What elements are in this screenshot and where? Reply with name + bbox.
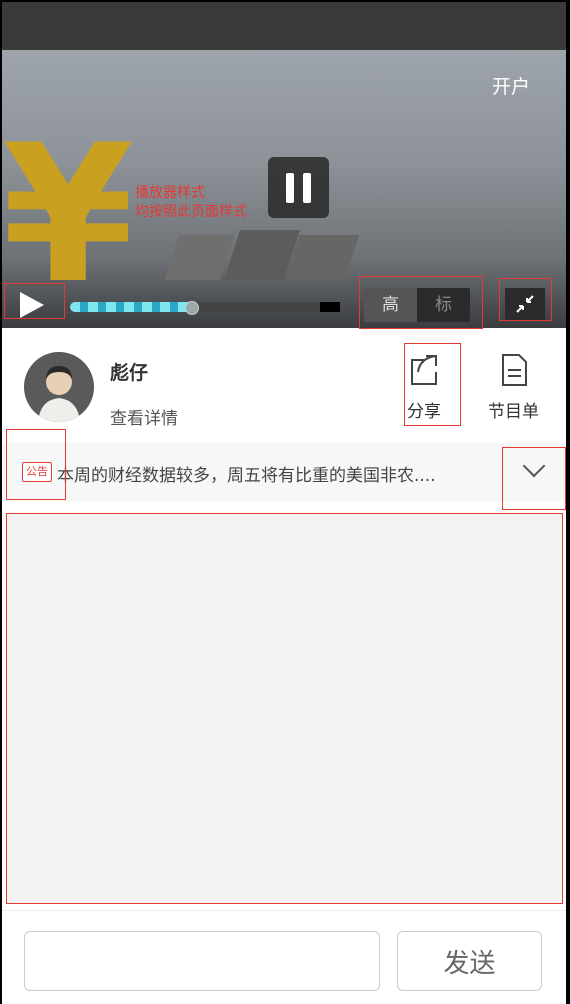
program-list-button[interactable]: 节目单 [488, 352, 539, 422]
host-name: 彪仔 [110, 362, 149, 384]
progress-fill [70, 302, 191, 312]
message-input-bar: 发送 [2, 910, 566, 1004]
announcement-badge: 公告 [22, 462, 52, 482]
pause-button[interactable] [268, 157, 329, 218]
design-annotation: 均按照此页面样式 [135, 204, 247, 220]
document-icon [501, 354, 527, 386]
host-info-row: 彪仔 查看详情 分享 节目单 [2, 328, 566, 444]
share-button[interactable]: 分享 [406, 352, 442, 422]
player-controls: 高 标 [2, 280, 566, 328]
announcement-text: 本周的财经数据较多，周五将有比重的美国非农.... [57, 466, 436, 486]
play-icon[interactable] [20, 292, 44, 318]
view-details-link[interactable]: 查看详情 [110, 404, 178, 429]
exit-fullscreen-icon [516, 295, 534, 313]
app-screen: ¥ 开户 播放器样式 均按照此页面样式 高 标 彪仔 查看详情 分享 节目单 公… [2, 2, 566, 1004]
status-bar [2, 2, 566, 50]
progress-buffer [320, 302, 340, 312]
avatar[interactable] [24, 352, 94, 422]
progress-knob[interactable] [184, 301, 199, 315]
quality-switch: 高 标 [364, 288, 470, 322]
design-annotation: 播放器样式 [135, 185, 205, 201]
announcement-bar[interactable]: 公告 本周的财经数据较多，周五将有比重的美国非农.... [2, 443, 566, 501]
share-label: 分享 [407, 402, 441, 422]
open-account-link[interactable]: 开户 [492, 72, 530, 99]
share-icon [411, 355, 437, 385]
quality-high-option[interactable]: 高 [364, 288, 417, 322]
send-button[interactable]: 发送 [397, 931, 542, 991]
quality-standard-option[interactable]: 标 [417, 288, 470, 322]
progress-bar[interactable] [70, 302, 338, 312]
video-player[interactable]: ¥ 开户 播放器样式 均按照此页面样式 高 标 [2, 50, 566, 328]
program-list-label: 节目单 [488, 402, 539, 422]
chat-message-area[interactable] [6, 513, 563, 904]
video-background-shape [164, 235, 235, 280]
exit-fullscreen-button[interactable] [505, 288, 545, 320]
video-background-shape [284, 235, 360, 280]
chevron-down-icon[interactable] [522, 454, 546, 478]
avatar-image [24, 352, 94, 422]
message-input[interactable] [24, 931, 380, 991]
